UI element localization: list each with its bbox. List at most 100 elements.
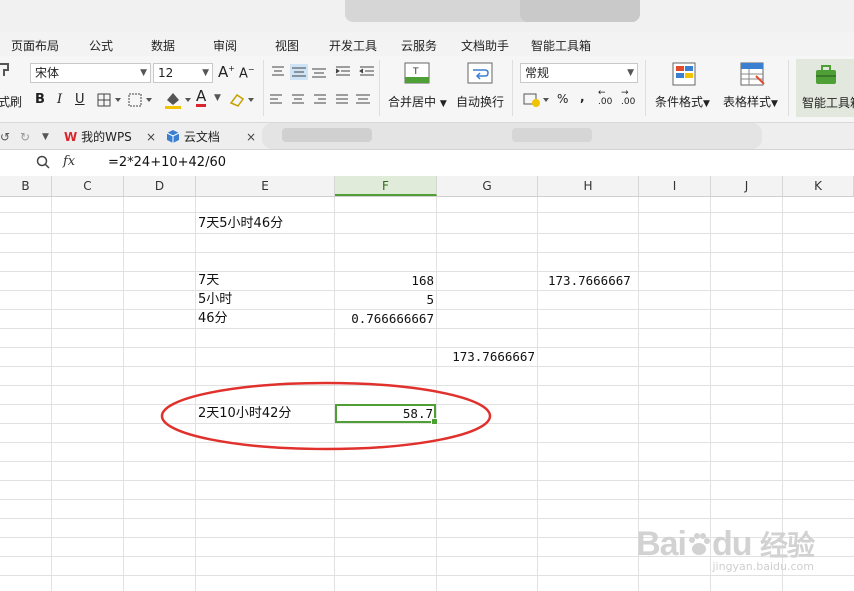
tab-close-icon[interactable]: × [146,127,156,147]
col-header-g[interactable]: G [437,176,538,196]
chevron-down-icon: ▼ [202,68,209,78]
col-header-f[interactable]: F [335,176,437,196]
col-header-j[interactable]: J [711,176,783,196]
comma-button[interactable]: , [580,90,585,104]
col-header-b[interactable]: B [0,176,52,196]
merge-center-icon[interactable]: T [404,62,430,86]
menu-page-layout[interactable]: 页面布局 [11,37,59,54]
shrink-font-button[interactable]: A− [239,65,255,81]
zoom-search-icon[interactable] [36,155,50,169]
italic-button[interactable]: I [57,92,62,107]
cell-e-title[interactable]: 7天5小时46分 [198,215,283,233]
menu-data[interactable]: 数据 [151,37,175,54]
cell-g-total[interactable]: 173.7666667 [439,348,535,366]
tab-close-icon[interactable]: × [246,127,256,147]
formula-bar: fx =2*24+10+42/60 [0,150,854,177]
ribbon-separator [512,60,513,116]
cell-e-hours[interactable]: 5小时 [198,291,232,309]
tab-cloud-docs-label: 云文档 [183,130,220,144]
chevron-down-icon[interactable]: ▼ [42,127,49,147]
chevron-down-icon: ▼ [439,99,447,109]
menu-view[interactable]: 视图 [275,37,299,54]
font-name-select[interactable]: 宋体 ▼ [30,63,151,83]
col-header-h[interactable]: H [538,176,639,196]
menu-developer[interactable]: 开发工具 [329,37,377,54]
wrap-text-icon[interactable] [467,62,493,86]
col-header-i[interactable]: I [639,176,711,196]
menu-cloud[interactable]: 云服务 [401,37,437,54]
menu-review[interactable]: 审阅 [213,37,237,54]
grow-font-button[interactable]: A+ [218,63,235,81]
menu-doc-assistant[interactable]: 文档助手 [461,37,509,54]
cell-h-total[interactable]: 173.7666667 [548,272,631,290]
tab-my-wps[interactable]: W 我的WPS [64,127,132,147]
column-header-row: B C D E F G H I J K [0,176,854,197]
wps-logo-icon: W [64,130,78,144]
conditional-format-button[interactable]: 条件格式▼ [655,93,710,110]
format-painter-icon[interactable] [0,62,12,78]
baidu-paw-icon [688,533,710,555]
title-bar-blurred [0,0,854,32]
merge-center-button[interactable]: 合并居中 ▼ [388,93,447,110]
menu-bar: 页面布局 公式 数据 审阅 视图 开发工具 云服务 文档助手 智能工具箱 [0,32,854,56]
bold-button[interactable]: B [35,92,45,107]
font-size-value: 12 [158,66,174,80]
red-annotation-ellipse [160,381,492,451]
shrink-font-label: A [239,66,248,82]
ribbon-separator [379,60,380,116]
toolbox-icon [816,65,836,84]
decrease-decimal-button[interactable]: → .00 [621,89,635,107]
col-header-d[interactable]: D [124,176,196,196]
smart-toolbox-button[interactable]: 智能工具箱 [796,59,854,117]
horizontal-align-icons[interactable] [268,93,372,107]
cell-e-minutes[interactable]: 46分 [198,310,228,328]
font-size-select[interactable]: 12 ▼ [153,63,213,83]
col-header-e[interactable]: E [196,176,335,196]
fill-color-icon[interactable] [163,90,193,110]
ribbon-separator [263,60,264,116]
conditional-format-icon[interactable] [672,62,698,88]
ribbon-separator [788,60,789,116]
font-color-button[interactable]: A [196,89,207,107]
number-format-select[interactable]: 常规 ▼ [520,63,638,83]
blurred-tab-region [262,123,762,149]
smart-toolbox-label: 智能工具箱 [802,96,854,110]
decrease-decimal-label: .00 [621,97,636,107]
conditional-format-label: 条件格式 [655,95,704,109]
clear-format-icon[interactable] [228,91,256,109]
baidu-jingyan-cn: 经验 [759,530,815,561]
cell-f-days[interactable]: 168 [337,272,434,290]
redo-icon[interactable]: ↻ [20,127,30,147]
col-header-c[interactable]: C [52,176,124,196]
currency-icon[interactable] [522,91,552,109]
format-painter-label[interactable]: 式刷 [0,93,22,110]
percent-button[interactable]: % [557,92,568,106]
increase-decimal-button[interactable]: ← .00 [598,89,612,107]
col-header-k[interactable]: K [783,176,854,196]
wrap-text-button[interactable]: 自动换行 [456,93,504,110]
fx-icon[interactable]: fx [63,154,75,169]
grow-font-label: A [218,63,229,81]
underline-button[interactable]: U [75,92,85,107]
indent-icons[interactable] [334,64,378,80]
formula-input[interactable]: =2*24+10+42/60 [108,155,226,170]
align-top-icons[interactable] [270,64,330,80]
chevron-down-icon: ▼ [140,68,147,78]
ribbon-toolbar: 式刷 宋体 ▼ 12 ▼ A+ A− B I U A ▼ T 合并居中 ▼ 自动… [0,56,854,123]
cell-f-hours[interactable]: 5 [337,291,434,309]
border-icon[interactable] [97,93,123,107]
history-back-icon[interactable]: ↺ [0,127,10,147]
merge-center-label: 合并居中 [388,95,437,109]
baidu-jingyan-watermark: Bai du 经验 jingyan.baidu.com [636,524,815,573]
table-style-button[interactable]: 表格样式▼ [723,93,778,110]
cell-f-minutes[interactable]: 0.766666667 [335,310,434,328]
chevron-down-icon: ▼ [214,93,221,103]
menu-smart-toolbox[interactable]: 智能工具箱 [531,37,591,54]
table-style-icon[interactable] [740,62,766,88]
merge-border-icon[interactable] [128,93,154,107]
chevron-down-icon: ▼ [703,99,710,109]
ribbon-separator [645,60,646,116]
tab-cloud-docs[interactable]: 云文档 [166,127,220,147]
cell-e-days[interactable]: 7天 [198,272,219,290]
menu-formulas[interactable]: 公式 [89,37,113,54]
